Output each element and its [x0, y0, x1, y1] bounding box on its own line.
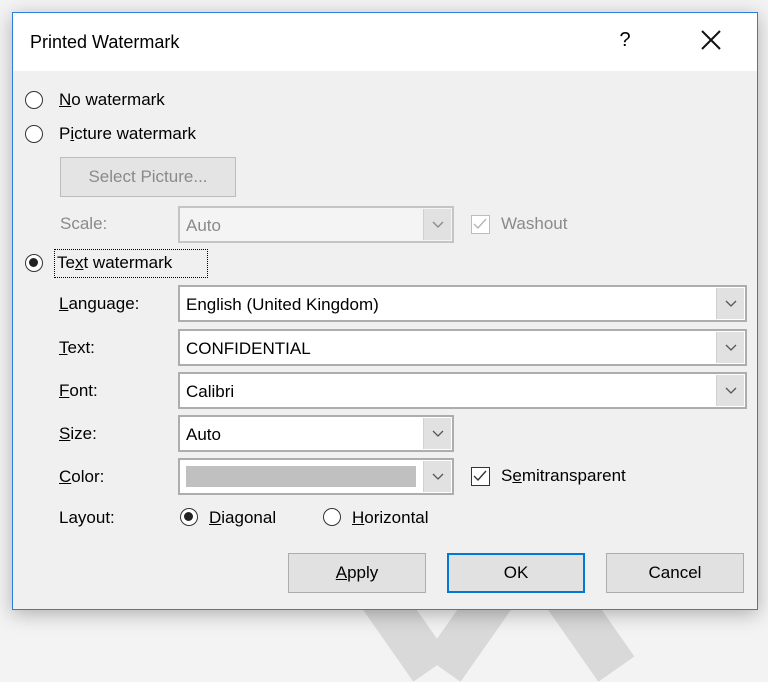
font-label: Font: [59, 381, 98, 401]
accel-key: S [59, 424, 71, 443]
diagonal-label[interactable]: Diagonal [209, 508, 276, 528]
color-label: Color: [59, 467, 104, 487]
size-label: Size: [59, 424, 97, 444]
label-text: t watermark [83, 253, 173, 272]
printed-watermark-dialog: Printed Watermark ? No watermark Picture… [12, 12, 758, 610]
text-watermark-radio[interactable] [25, 254, 43, 272]
accel-key: T [59, 338, 68, 357]
size-dropdown[interactable]: Auto [178, 415, 454, 452]
accel-key: A [335, 563, 348, 582]
scale-label: Scale: [60, 214, 108, 233]
text-label: Text: [59, 338, 95, 358]
font-value: Calibri [186, 382, 235, 401]
semitransparent-label[interactable]: Semitransparent [501, 466, 626, 486]
label-text: P [59, 124, 71, 143]
picture-watermark-radio[interactable] [25, 125, 43, 143]
accel-key: F [59, 381, 70, 400]
washout-label[interactable]: Washout [501, 214, 567, 234]
help-button[interactable]: ? [613, 29, 637, 52]
ok-button[interactable]: OK [447, 553, 585, 593]
accel-key: e [512, 466, 522, 485]
horizontal-label[interactable]: Horizontal [352, 508, 429, 528]
no-watermark-label[interactable]: No watermark [59, 90, 165, 110]
close-icon[interactable] [698, 27, 724, 53]
label-text: orizontal [364, 508, 429, 527]
label-text: ext: [67, 338, 95, 357]
chevron-down-icon[interactable] [716, 288, 744, 319]
chevron-down-icon[interactable] [423, 418, 451, 449]
accel-key: D [209, 508, 222, 527]
scale-dropdown[interactable]: Auto [178, 206, 454, 243]
washout-checkbox[interactable] [471, 215, 490, 234]
size-value[interactable]: Auto [186, 425, 221, 445]
accel-key: H [352, 508, 365, 527]
no-watermark-radio[interactable] [25, 91, 43, 109]
apply-button[interactable]: Apply [288, 553, 426, 593]
language-value: English (United Kingdom) [186, 295, 379, 314]
label-text: ize: [70, 424, 97, 443]
horizontal-radio[interactable] [323, 508, 341, 526]
color-dropdown[interactable] [178, 458, 454, 495]
text-combobox[interactable]: CONFIDENTIAL [178, 329, 747, 366]
cancel-button[interactable]: Cancel [606, 553, 744, 593]
layout-label: Layout: [59, 508, 115, 527]
label-text: cture watermark [74, 124, 196, 143]
label-text: ont: [69, 381, 98, 400]
scale-value: Auto [186, 216, 221, 235]
dialog-title: Printed Watermark [30, 32, 180, 52]
label-text: S [501, 466, 513, 485]
label-text: mitransparent [521, 466, 626, 485]
text-watermark-label[interactable]: Text watermark [57, 253, 172, 273]
label-text: pply [347, 563, 379, 582]
language-label: Language: [59, 294, 139, 314]
accel-key: C [59, 467, 72, 486]
color-swatch [186, 466, 416, 487]
chevron-down-icon[interactable] [716, 332, 744, 363]
chevron-down-icon[interactable] [716, 375, 744, 406]
text-value[interactable]: CONFIDENTIAL [186, 339, 311, 359]
semitransparent-checkbox[interactable] [471, 467, 490, 486]
label-text: o watermark [71, 90, 165, 109]
select-picture-button[interactable]: Select Picture... [60, 157, 236, 197]
picture-watermark-label[interactable]: Picture watermark [59, 124, 196, 144]
diagonal-radio[interactable] [180, 508, 198, 526]
chevron-down-icon[interactable] [423, 209, 451, 240]
label-text: Te [57, 253, 75, 272]
title-bar: Printed Watermark ? [13, 13, 757, 71]
label-text: iagonal [221, 508, 277, 527]
label-text: olor: [71, 467, 105, 486]
label-text: anguage: [68, 294, 140, 313]
chevron-down-icon[interactable] [423, 461, 451, 492]
accel-key: N [59, 90, 72, 109]
font-dropdown[interactable]: Calibri [178, 372, 747, 409]
language-dropdown[interactable]: English (United Kingdom) [178, 285, 747, 322]
